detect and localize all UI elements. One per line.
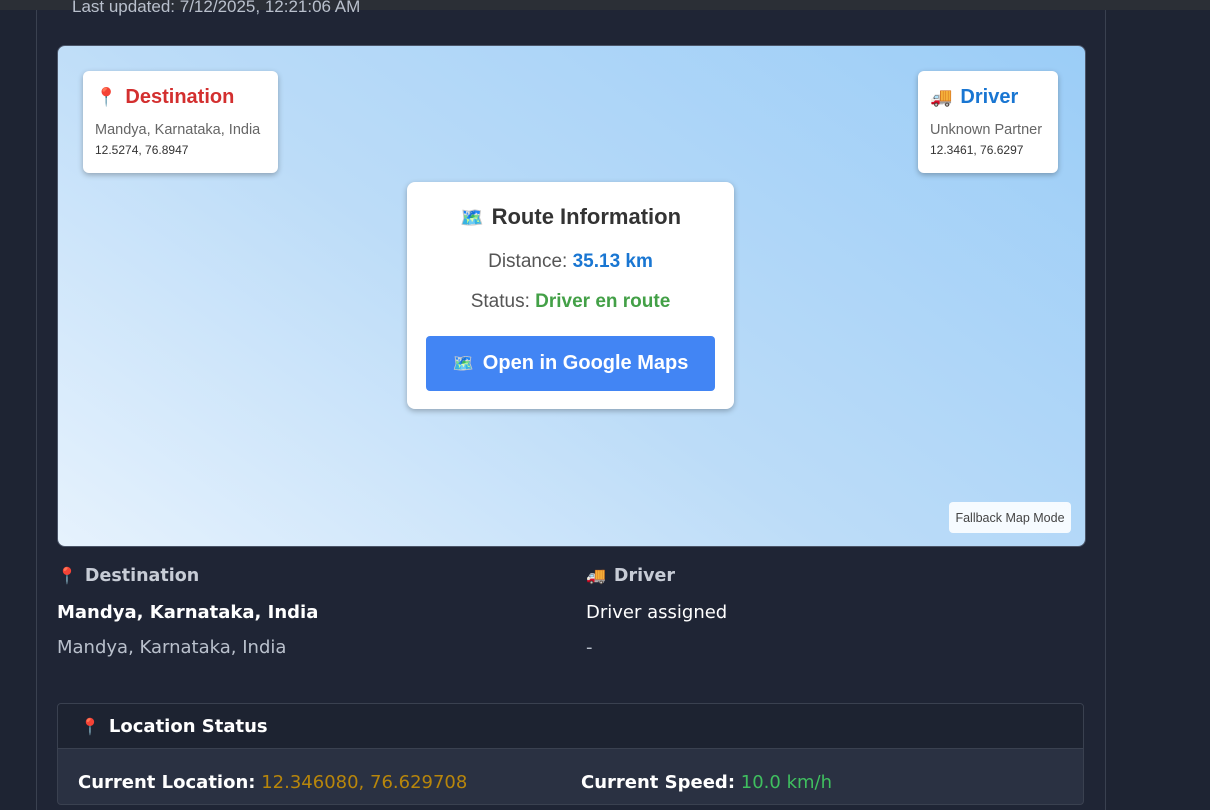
driver-info-heading: 🚚 Driver bbox=[586, 563, 727, 589]
route-info-title: 🗺️ Route Information bbox=[407, 204, 734, 230]
pin-icon: 📍 bbox=[80, 716, 100, 736]
open-google-maps-button[interactable]: 🗺️ Open in Google Maps bbox=[426, 336, 715, 391]
distance-value: 35.13 km bbox=[572, 251, 653, 272]
destination-info-heading: 📍 Destination bbox=[57, 563, 318, 589]
pin-icon: 📍 bbox=[57, 566, 77, 585]
destination-address: Mandya, Karnataka, India bbox=[57, 637, 287, 658]
current-location-label: Current Location: bbox=[78, 772, 256, 793]
driver-heading-text: Driver bbox=[613, 566, 675, 586]
truck-icon: 🚚 bbox=[930, 87, 953, 107]
route-info-card: 🗺️ Route Information Distance: 35.13 km S… bbox=[407, 182, 734, 409]
destination-card-coords: 12.5274, 76.8947 bbox=[95, 143, 189, 157]
map-icon: 🗺️ bbox=[452, 353, 474, 373]
driver-card-name: Unknown Partner bbox=[930, 122, 1043, 138]
current-location-value: 12.346080, 76.629708 bbox=[261, 772, 468, 793]
current-speed-row: Current Speed: 10.0 km/h bbox=[581, 772, 832, 793]
driver-card-coords: 12.3461, 76.6297 bbox=[930, 143, 1024, 157]
current-location-row: Current Location: 12.346080, 76.629708 bbox=[78, 772, 467, 793]
distance-label: Distance: bbox=[488, 251, 568, 272]
destination-card-title: 📍 Destination bbox=[95, 86, 234, 109]
destination-card-label: Destination bbox=[125, 86, 235, 108]
open-google-maps-label: Open in Google Maps bbox=[482, 352, 689, 374]
driver-card-title: 🚚 Driver bbox=[930, 86, 1018, 109]
location-status-title: Location Status bbox=[108, 715, 268, 737]
last-updated-text: Last updated: 7/12/2025, 12:21:06 AM bbox=[72, 0, 361, 16]
map-view[interactable]: 📍 Destination Mandya, Karnataka, India 12… bbox=[57, 45, 1086, 547]
destination-map-card[interactable]: 📍 Destination Mandya, Karnataka, India 12… bbox=[83, 71, 278, 173]
location-status-header: 📍 Location Status bbox=[58, 704, 1083, 749]
location-status-panel: 📍 Location Status Current Location: 12.34… bbox=[57, 703, 1084, 805]
route-distance: Distance: 35.13 km bbox=[407, 251, 734, 273]
current-speed-value: 10.0 km/h bbox=[740, 772, 832, 793]
route-status: Status: Driver en route bbox=[407, 291, 734, 313]
driver-card-label: Driver bbox=[960, 86, 1019, 108]
destination-name: Mandya, Karnataka, India bbox=[57, 602, 319, 623]
destination-heading-text: Destination bbox=[84, 566, 200, 586]
status-value: Driver en route bbox=[535, 291, 671, 312]
route-info-title-text: Route Information bbox=[491, 204, 682, 229]
pin-icon: 📍 bbox=[95, 87, 118, 107]
fallback-map-mode-badge: Fallback Map Mode bbox=[949, 502, 1071, 533]
truck-icon: 🚚 bbox=[586, 566, 606, 585]
driver-status: Driver assigned bbox=[586, 602, 728, 623]
driver-map-card[interactable]: 🚚 Driver Unknown Partner 12.3461, 76.6297 bbox=[918, 71, 1058, 173]
status-label: Status: bbox=[470, 291, 530, 312]
current-speed-label: Current Speed: bbox=[581, 772, 736, 793]
driver-info: 🚚 Driver Driver assigned - bbox=[586, 563, 727, 661]
map-icon: 🗺️ bbox=[459, 208, 484, 229]
destination-info: 📍 Destination Mandya, Karnataka, India Ma… bbox=[57, 563, 318, 661]
driver-detail: - bbox=[586, 637, 593, 658]
destination-card-address: Mandya, Karnataka, India bbox=[95, 122, 261, 138]
